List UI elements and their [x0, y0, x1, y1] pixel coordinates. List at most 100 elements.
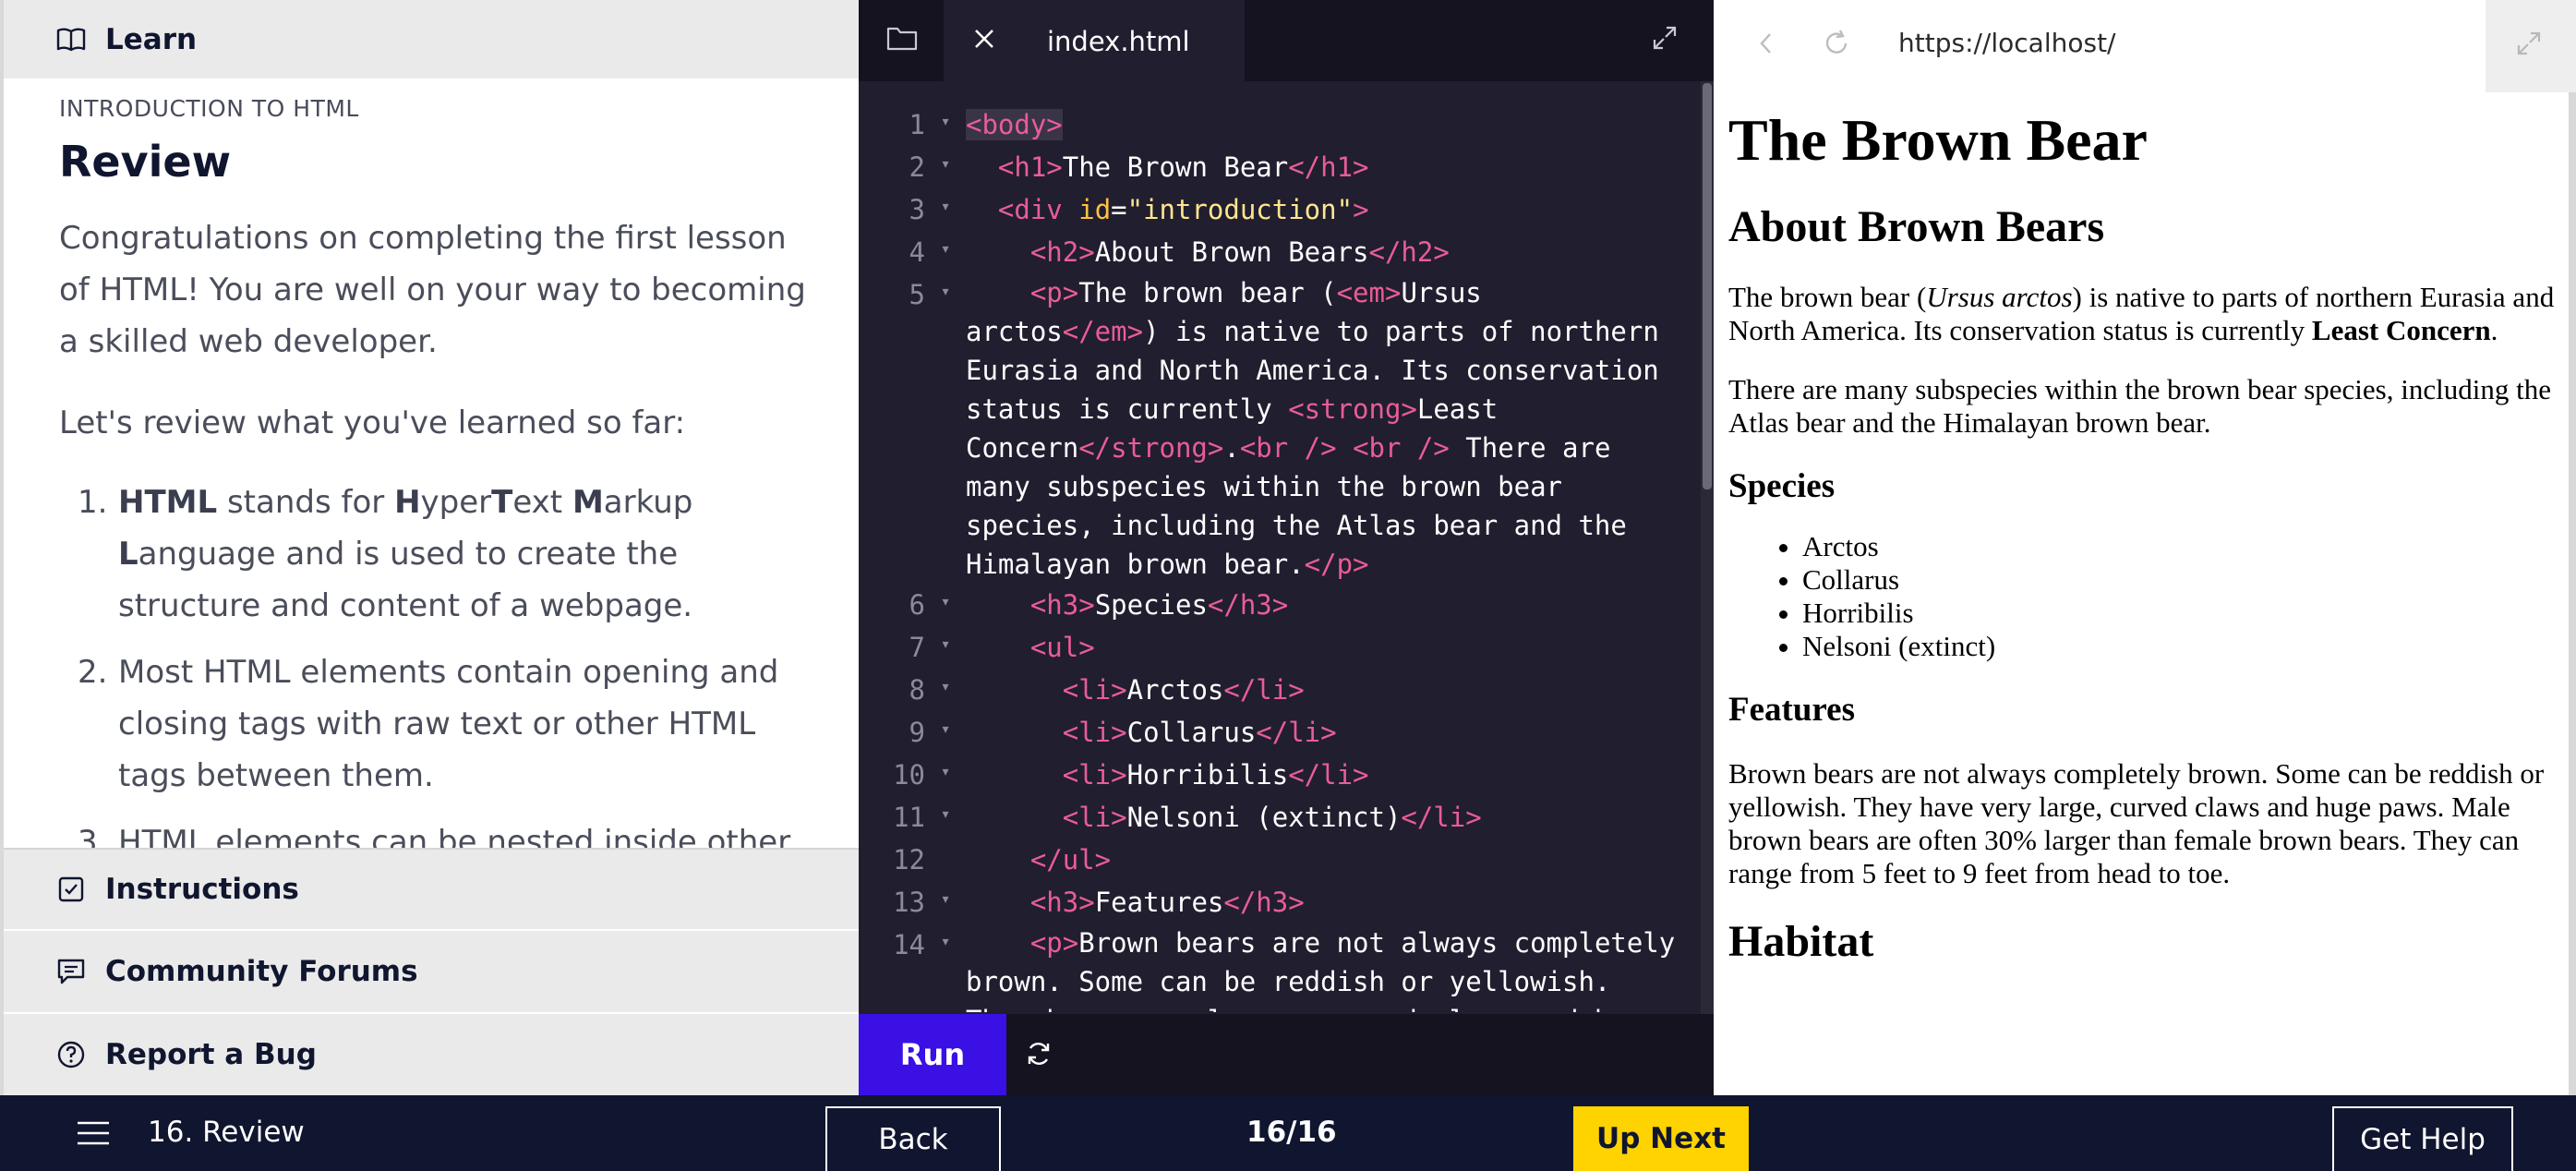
fold-arrow-icon[interactable]: ▾	[925, 669, 966, 711]
lesson-panel: Learn INTRODUCTION TO HTML Review Congra…	[0, 0, 859, 1095]
review-item-text: Most HTML elements contain opening and c…	[118, 654, 779, 794]
progress-counter: 16/16	[1246, 1116, 1337, 1149]
run-button[interactable]: Run	[859, 1014, 1006, 1095]
code-text: <li>Collarus</li>	[1062, 717, 1337, 748]
review-item: 2. Most HTML elements contain opening and…	[59, 646, 816, 802]
bug-label: Report a Bug	[105, 1038, 317, 1071]
url-field[interactable]: https://localhost/	[1898, 28, 2115, 58]
features-paragraph: Brown bears are not always completely br…	[1728, 757, 2545, 889]
code-line[interactable]: 1 ▾ <body>	[859, 103, 1699, 146]
code-area[interactable]: 1 ▾ <body> 2 ▾ <h1>The Brown Bear</h1> 3 ▾ <di…	[859, 103, 1699, 1012]
code-line[interactable]: 8 ▾ <li>Arctos</li>	[859, 669, 1699, 711]
code-text: <li>Arctos</li>	[1062, 674, 1305, 706]
review-item-text: HTML	[118, 484, 218, 521]
lesson-indicator[interactable]: 16. Review	[148, 1116, 305, 1149]
habitat-heading: Habitat	[1728, 917, 1874, 966]
fold-arrow-icon[interactable]: ▾	[925, 626, 966, 669]
fold-arrow-icon[interactable]: ▾	[925, 711, 966, 754]
code-line[interactable]: 4 ▾ <h2>About Brown Bears</h2>	[859, 231, 1699, 273]
code-line[interactable]: 11 ▾ <li>Nelsoni (extinct)</li>	[859, 796, 1699, 839]
line-number: 6	[909, 589, 925, 621]
code-text: <ul>	[1029, 632, 1095, 663]
browser-scrollbar[interactable]	[2569, 92, 2576, 1095]
learn-header[interactable]: Learn	[4, 0, 859, 78]
code-text: <p>Brown bears are not always completely…	[966, 927, 1676, 1012]
browser-toolbar: https://localhost/	[1714, 0, 2576, 92]
get-help-button[interactable]: Get Help	[2332, 1106, 2513, 1171]
page-heading: The Brown Bear	[1728, 107, 2148, 173]
code-line[interactable]: 12 </ul>	[859, 839, 1699, 881]
review-item-text: T	[491, 484, 513, 521]
species-heading: Species	[1728, 467, 1836, 505]
code-text: <li>Horribilis</li>	[1062, 759, 1369, 791]
lesson-content[interactable]: INTRODUCTION TO HTML Review Congratulati…	[59, 78, 816, 848]
code-text: </ul>	[1029, 844, 1112, 875]
review-item-text: H	[394, 484, 421, 521]
code-line[interactable]: 13 ▾ <h3>Features</h3>	[859, 881, 1699, 924]
review-item-text: arkup	[603, 484, 693, 521]
learn-label: Learn	[105, 22, 198, 56]
file-name: index.html	[1047, 26, 1190, 57]
fold-arrow-icon[interactable]: ▾	[925, 584, 966, 626]
fold-arrow-icon[interactable]: ▾	[925, 796, 966, 839]
code-text: <h1>The Brown Bear</h1>	[997, 151, 1369, 183]
code-line[interactable]: 3 ▾ <div id="introduction">	[859, 188, 1699, 231]
line-number: 5	[909, 279, 925, 310]
code-line[interactable]: 10 ▾ <li>Horribilis</li>	[859, 754, 1699, 796]
review-item: 3. HTML elements can be nested inside oth…	[59, 816, 816, 848]
line-number: 12	[893, 844, 925, 875]
intro-strong: Least Concern	[2311, 314, 2491, 346]
line-number: 14	[893, 929, 925, 960]
line-number: 2	[909, 151, 925, 183]
refresh-icon[interactable]	[1023, 1038, 1056, 1071]
code-line[interactable]: 7 ▾ <ul>	[859, 626, 1699, 669]
hamburger-icon[interactable]	[76, 1119, 111, 1147]
lesson-kicker: INTRODUCTION TO HTML	[59, 95, 359, 122]
community-forums-tab[interactable]: Community Forums	[4, 929, 859, 1012]
expand-icon[interactable]	[1651, 24, 1682, 55]
code-line[interactable]: 9 ▾ <li>Collarus</li>	[859, 711, 1699, 754]
code-line[interactable]: 5 ▾ <p>The brown bear (<em>Ursus arctos</…	[859, 273, 1699, 584]
fold-arrow-icon[interactable]: ▾	[925, 188, 966, 231]
editor-scrollbar[interactable]	[1701, 81, 1714, 1014]
scrollbar-thumb[interactable]	[1703, 83, 1712, 489]
bottom-nav: 16. Review Back 16/16 Up Next Get Help	[0, 1095, 2576, 1171]
report-bug-tab[interactable]: Report a Bug	[4, 1012, 859, 1095]
species-item: Nelsoni (extinct)	[1802, 630, 2556, 663]
rendered-page: The Brown Bear About Brown Bears The bro…	[1728, 100, 2556, 1095]
fold-arrow-icon[interactable]: ▾	[925, 924, 966, 1012]
fold-arrow-icon[interactable]: ▾	[925, 146, 966, 188]
review-list: 1. HTML stands for HyperText Markup Langu…	[59, 477, 816, 848]
code-line[interactable]: 14 ▾ <p>Brown bears are not always comple…	[859, 924, 1699, 1012]
expand-icon	[2515, 30, 2545, 59]
fold-arrow-icon[interactable]: ▾	[925, 881, 966, 924]
fold-arrow-icon[interactable]: ▾	[925, 231, 966, 273]
code-editor: index.html 1 ▾ <body> 2 ▾ <h1>The Brown Bear…	[859, 0, 1714, 1095]
back-button[interactable]: Back	[825, 1106, 1001, 1171]
close-icon[interactable]	[971, 26, 999, 54]
code-text: <h3>Features</h3>	[1029, 887, 1305, 918]
code-line[interactable]: 6 ▾ <h3>Species</h3>	[859, 584, 1699, 626]
intro-paragraph: The brown bear (Ursus arctos) is native …	[1728, 281, 2556, 347]
browser-expand-button[interactable]	[2486, 0, 2576, 92]
file-tab[interactable]: index.html	[944, 0, 1245, 81]
reload-icon[interactable]	[1821, 28, 1854, 61]
instructions-tab[interactable]: Instructions	[4, 848, 859, 929]
code-line[interactable]: 2 ▾ <h1>The Brown Bear</h1>	[859, 146, 1699, 188]
checkbox-icon	[55, 874, 87, 905]
code-text: <div id="introduction">	[997, 194, 1369, 225]
review-item-text: yper	[420, 484, 492, 521]
line-number: 1	[909, 109, 925, 140]
chevron-left-icon[interactable]	[1752, 30, 1782, 59]
fold-arrow-icon[interactable]: ▾	[925, 273, 966, 584]
up-next-button[interactable]: Up Next	[1573, 1106, 1749, 1171]
intro-text: The brown bear (	[1728, 281, 1927, 313]
review-item-number: 3.	[78, 824, 108, 848]
lesson-paragraph: Congratulations on completing the first …	[59, 220, 806, 360]
section-heading: About Brown Bears	[1728, 202, 2105, 251]
fold-arrow-icon[interactable]: ▾	[925, 103, 966, 146]
fold-arrow-icon[interactable]: ▾	[925, 754, 966, 796]
lesson-paragraph: Let's review what you've learned so far:	[59, 404, 686, 441]
folder-icon[interactable]	[886, 24, 920, 57]
review-item-text: L	[118, 536, 138, 573]
